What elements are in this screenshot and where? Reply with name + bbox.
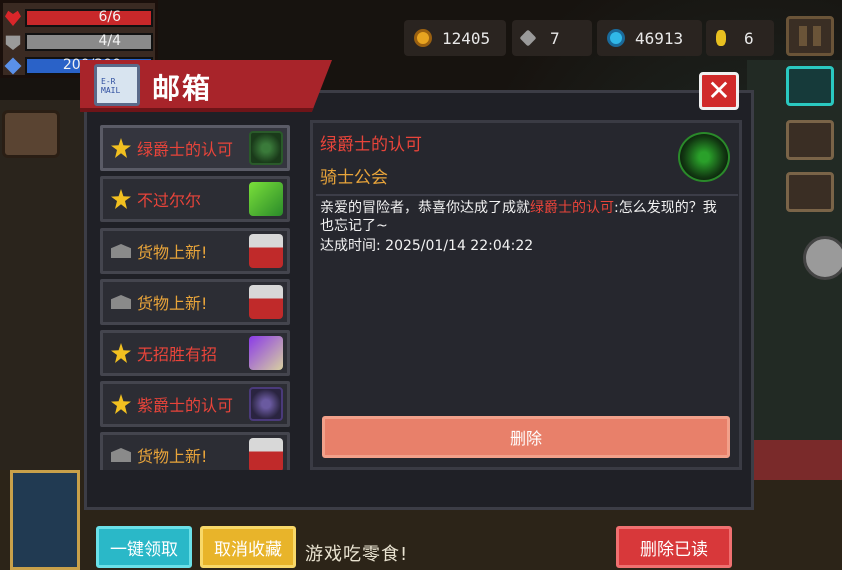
background-text: 游戏吃零食!	[305, 544, 409, 565]
envelope-icon	[111, 295, 131, 309]
merchant-icon	[249, 438, 283, 470]
mail-body-prefix: 亲爱的冒险者，恭喜你达成了成就	[320, 200, 530, 216]
star-icon	[111, 394, 131, 414]
seed-icon	[716, 30, 726, 46]
gem-icon	[607, 29, 625, 47]
pause-button[interactable]	[786, 16, 834, 56]
material-counter: 7	[512, 20, 592, 56]
unfavorite-button[interactable]: 取消收藏	[200, 526, 296, 568]
feather-icon	[519, 29, 537, 47]
mail-item[interactable]: 货物上新!	[100, 228, 290, 274]
mail-item[interactable]: 紫爵士的认可	[100, 381, 290, 427]
background-desk	[747, 440, 842, 480]
merchant-icon	[249, 285, 283, 319]
gem-counter: 46913	[597, 20, 702, 56]
armor-text: 4/4	[98, 33, 121, 49]
envelope-icon	[111, 448, 131, 462]
mail-item-label: 货物上新!	[137, 243, 208, 262]
sword-icon	[249, 336, 283, 370]
green-knight-icon	[249, 131, 283, 165]
mail-item-label: 货物上新!	[137, 447, 208, 466]
pause-bar-icon	[813, 26, 821, 46]
mail-item[interactable]: 不过尔尔	[100, 176, 290, 222]
claim-all-button[interactable]: 一键领取	[96, 526, 192, 568]
mail-item-label: 绿爵士的认可	[137, 140, 234, 159]
coin-counter: 12405	[404, 20, 506, 56]
mail-list[interactable]: 绿爵士的认可 不过尔尔 货物上新! 货物上新! 无招胜有招 紫爵士的认可 货物上…	[94, 120, 298, 470]
coin-value: 12405	[442, 28, 491, 48]
armor-bar: 4/4	[25, 33, 153, 51]
mail-time: 达成时间: 2025/01/14 22:04:22	[320, 238, 534, 254]
mail-item[interactable]: 无招胜有招	[100, 330, 290, 376]
gem-value: 46913	[635, 28, 684, 48]
mailbox-title: 邮箱	[152, 72, 213, 105]
star-icon	[111, 138, 131, 158]
coin-icon	[414, 29, 432, 47]
shield-icon	[5, 35, 21, 50]
mail-item[interactable]: 绿爵士的认可	[100, 125, 290, 171]
material-value: 7	[550, 28, 560, 48]
delete-read-button[interactable]: 删除已读	[616, 526, 732, 568]
switch-weapon-button[interactable]	[2, 110, 60, 158]
mail-icon: E-R MAIL	[94, 64, 140, 106]
green-knight-icon	[678, 132, 730, 182]
background-rug	[10, 470, 80, 570]
mail-item[interactable]: 货物上新!	[100, 279, 290, 325]
mail-icon-text: E-R MAIL	[101, 77, 121, 95]
hp-text: 6/6	[98, 9, 121, 25]
star-icon	[111, 189, 131, 209]
close-button[interactable]: ✕	[699, 72, 739, 110]
mail-item-label: 不过尔尔	[137, 191, 202, 210]
seed-value: 6	[744, 28, 754, 48]
energy-icon	[4, 57, 22, 75]
leaf-weapon-icon	[249, 182, 283, 216]
hp-bar: 6/6	[25, 9, 153, 27]
purple-knight-icon	[249, 387, 283, 421]
heart-icon	[5, 10, 21, 26]
pause-bar-icon	[799, 26, 807, 46]
mail-item-label: 紫爵士的认可	[137, 396, 234, 415]
merchant-icon	[249, 234, 283, 268]
mail-body-highlight: 绿爵士的认可	[530, 200, 614, 216]
mail-item[interactable]: 货物上新!	[100, 432, 290, 470]
gallery-button[interactable]	[786, 172, 834, 212]
profile-card-button[interactable]	[786, 120, 834, 160]
content-divider	[316, 194, 738, 196]
delete-button[interactable]: 删除	[322, 416, 730, 458]
emoji-button[interactable]	[803, 236, 842, 280]
mail-sender: 骑士公会	[320, 168, 388, 188]
shop-cart-button[interactable]	[786, 66, 834, 106]
mail-body: 亲爱的冒险者，恭喜你达成了成就绿爵士的认可:怎么发现的？我也忘记了~	[320, 199, 730, 235]
seed-counter: 6	[706, 20, 774, 56]
envelope-icon	[111, 244, 131, 258]
mail-item-label: 无招胜有招	[137, 345, 218, 364]
mail-title: 绿爵士的认可	[320, 135, 422, 155]
star-icon	[111, 343, 131, 363]
mail-item-label: 货物上新!	[137, 294, 208, 313]
